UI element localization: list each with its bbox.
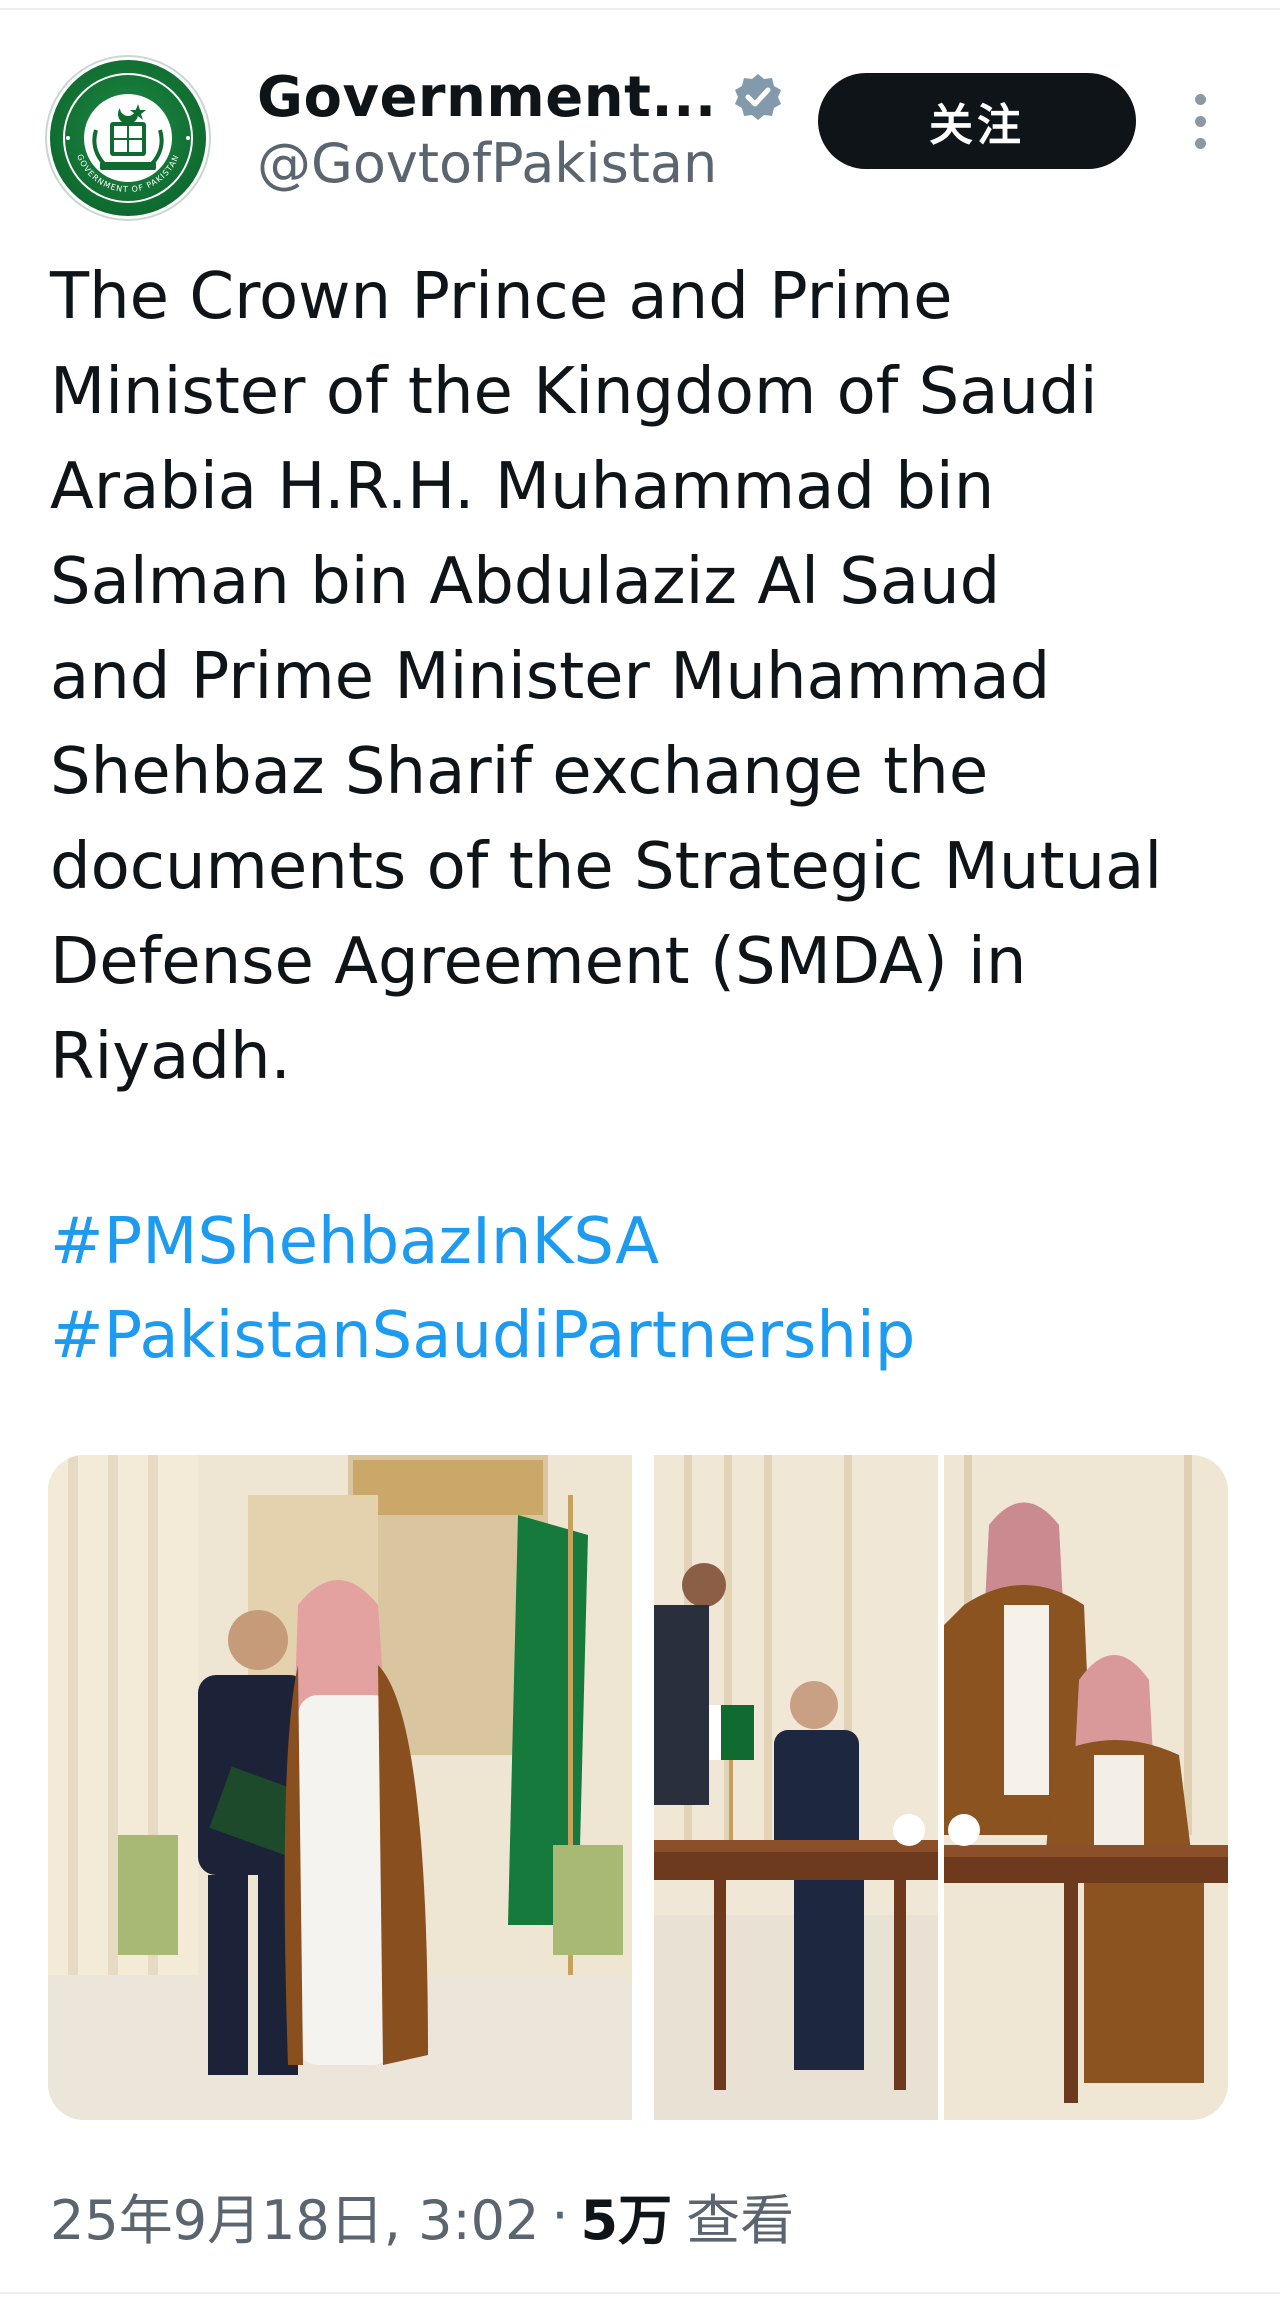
view-count-label: 查看 [686,2188,795,2252]
display-name[interactable]: Government... [257,65,717,130]
photo-signing-crown-prince[interactable] [944,1455,1228,2120]
hashtag-link[interactable]: #PMShehbazInKSA [50,1195,1240,1289]
bottom-divider [0,2292,1280,2294]
verified-badge-icon[interactable] [733,72,783,122]
display-name-row: Government... [257,58,783,136]
tweet-meta: 25年9月18日, 3:02 · 5万 查看 [50,2180,794,2252]
follow-button[interactable]: 关注 [818,73,1136,169]
hashtag-link[interactable]: #PakistanSaudiPartnership [50,1289,1240,1383]
hashtag-list: #PMShehbazInKSA #PakistanSaudiPartnershi… [50,1195,1240,1383]
account-handle[interactable]: @GovtofPakistan [257,132,717,195]
top-divider [0,8,1280,10]
media-grid [48,1455,1228,2120]
view-count: 5万 [580,2188,673,2252]
avatar[interactable]: GOVERNMENT OF PAKISTAN [50,60,206,216]
government-emblem-icon: GOVERNMENT OF PAKISTAN [63,73,193,203]
meta-separator: · [551,2183,569,2247]
more-vertical-icon[interactable] [1186,92,1216,152]
photo-signing-pm[interactable] [654,1455,938,2120]
photo-embrace[interactable] [48,1455,632,2120]
tweet-timestamp[interactable]: 25年9月18日, 3:02 [50,2176,539,2255]
tweet-text: The Crown Prince and Prime Minister of t… [50,260,1163,1094]
